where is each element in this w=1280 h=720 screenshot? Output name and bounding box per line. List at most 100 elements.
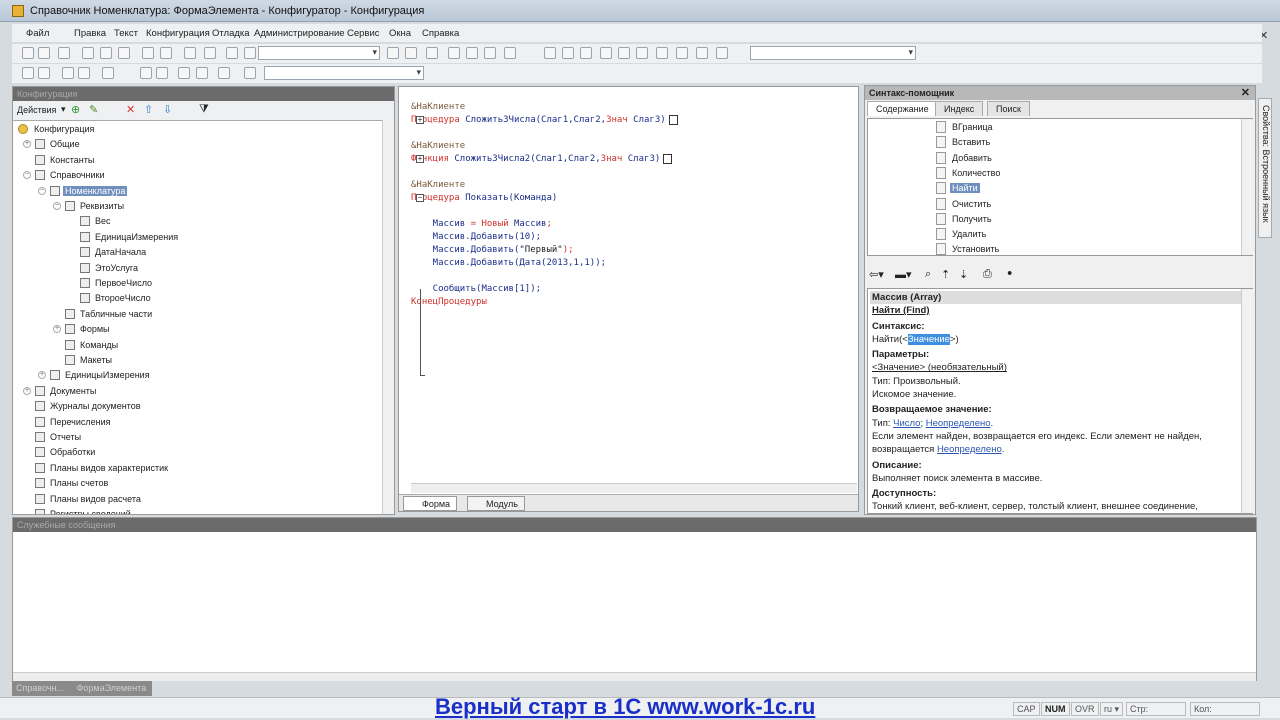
- toolbar-icon-8[interactable]: [184, 47, 196, 59]
- tree-item[interactable]: − Номенклатура: [13, 184, 373, 199]
- code-text[interactable]: &НаКлиенте Процедура Сложить3Числа(Слаг1,…: [411, 101, 678, 309]
- tree-item[interactable]: ЕдиницаИзмерения: [13, 230, 373, 245]
- toolbar-icon-17[interactable]: [484, 47, 496, 59]
- find-icon[interactable]: ⌕: [925, 268, 931, 281]
- menu-windows[interactable]: Окна: [389, 28, 411, 39]
- tab-contents[interactable]: Содержание: [867, 101, 938, 116]
- tree-item[interactable]: ВтороеЧисло: [13, 291, 373, 306]
- toolbar-icon-10[interactable]: [226, 47, 238, 59]
- language-selector[interactable]: ru ▾: [1100, 702, 1124, 716]
- tab-module[interactable]: Модуль: [467, 496, 525, 511]
- view-icon[interactable]: ▬▾: [895, 268, 912, 281]
- tree-item[interactable]: + ЕдиницыИзмерения: [13, 368, 373, 383]
- tree-item[interactable]: Перечисления: [13, 415, 373, 430]
- toolbar2-icon-6[interactable]: [156, 67, 168, 79]
- window-tab-catalog[interactable]: Справочн...: [16, 683, 64, 693]
- edit-icon[interactable]: ✎: [89, 103, 98, 116]
- menu-edit[interactable]: Правка: [74, 28, 106, 39]
- properties-side-tab[interactable]: Свойства: Встроенный язык: [1258, 98, 1272, 238]
- tab-form[interactable]: Форма: [403, 496, 458, 511]
- toolbar2-icon-9[interactable]: [218, 67, 230, 79]
- expand-icon[interactable]: +: [416, 155, 424, 163]
- toolbar2-icon-10[interactable]: [244, 67, 256, 79]
- toolbar-icon-19[interactable]: [544, 47, 556, 59]
- tree-item[interactable]: Константы: [13, 153, 373, 168]
- tab-search[interactable]: Поиск: [987, 101, 1030, 116]
- tree-item[interactable]: Обработки: [13, 445, 373, 460]
- expand-icon[interactable]: +: [38, 371, 46, 380]
- method-combo[interactable]: [750, 46, 916, 60]
- editor-hscroll[interactable]: [411, 483, 857, 493]
- menu-administration[interactable]: Администрирование: [254, 28, 345, 39]
- collapse-icon[interactable]: −: [53, 202, 61, 210]
- prev-topic-icon[interactable]: ⇡: [941, 268, 950, 281]
- tree-item[interactable]: Регистры сведений: [13, 507, 373, 514]
- print-icon[interactable]: ⎙: [983, 268, 992, 281]
- collapse-icon[interactable]: −: [416, 194, 424, 202]
- tree-item[interactable]: − Справочники: [13, 168, 373, 183]
- toolbar2-icon-2[interactable]: [62, 67, 74, 79]
- toolbar2-icon-5[interactable]: [140, 67, 152, 79]
- toolbar-icon-14[interactable]: [426, 47, 438, 59]
- toolbar-icon-15[interactable]: [448, 47, 460, 59]
- toolbar-icon-1[interactable]: [38, 47, 50, 59]
- tree-item[interactable]: Журналы документов: [13, 399, 373, 414]
- code-editor[interactable]: &НаКлиенте Процедура Сложить3Числа(Слаг1,…: [398, 86, 859, 512]
- link-undefined[interactable]: Неопределено: [926, 418, 991, 429]
- toolbar-icon-5[interactable]: [118, 47, 130, 59]
- toolbar-icon-28[interactable]: [716, 47, 728, 59]
- toolbar-icon-22[interactable]: [600, 47, 612, 59]
- link-number[interactable]: Число: [893, 418, 920, 429]
- collapse-icon[interactable]: −: [23, 171, 31, 180]
- expand-icon[interactable]: +: [53, 325, 61, 334]
- tree-item[interactable]: Конфигурация: [13, 122, 373, 137]
- filter-icon[interactable]: ⧩: [199, 103, 209, 116]
- link-undefined-2[interactable]: Неопределено: [937, 444, 1002, 455]
- param-name[interactable]: <Значение> (необязательный): [872, 361, 1248, 374]
- toolbar-icon-21[interactable]: [580, 47, 592, 59]
- toolbar-icon-6[interactable]: [142, 47, 154, 59]
- settings-icon[interactable]: ꔷ: [1007, 268, 1012, 281]
- tree-item[interactable]: Вес: [13, 214, 373, 229]
- collapse-icon[interactable]: −: [38, 186, 46, 195]
- add-icon[interactable]: ⊕: [71, 103, 80, 116]
- toolbar-icon-13[interactable]: [405, 47, 417, 59]
- toolbar-icon-20[interactable]: [562, 47, 574, 59]
- toolbar2-icon-4[interactable]: [102, 67, 114, 79]
- menu-help[interactable]: Справка: [422, 28, 459, 39]
- search-combo[interactable]: [258, 46, 380, 60]
- toolbar2-icon-0[interactable]: [22, 67, 34, 79]
- menu-text[interactable]: Текст: [114, 28, 138, 39]
- list-scrollbar[interactable]: [1241, 119, 1253, 255]
- delete-icon[interactable]: ✕: [126, 103, 135, 116]
- tree-item[interactable]: Табличные части: [13, 307, 373, 322]
- toolbar-icon-9[interactable]: [204, 47, 216, 59]
- move-up-icon[interactable]: ⇧: [144, 103, 153, 116]
- messages-hscroll[interactable]: [13, 672, 1256, 681]
- menu-configuration[interactable]: Конфигурация: [146, 28, 210, 39]
- toolbar-icon-18[interactable]: [504, 47, 516, 59]
- actions-menu[interactable]: Действия: [17, 105, 56, 115]
- toolbar-icon-7[interactable]: [160, 47, 172, 59]
- toolbar-icon-27[interactable]: [696, 47, 708, 59]
- window-tab-form[interactable]: ФормаЭлемента: [77, 683, 147, 693]
- tree-item[interactable]: Планы видов расчета: [13, 492, 373, 507]
- close-icon[interactable]: ✕: [1241, 86, 1250, 99]
- toolbar2-icon-8[interactable]: [196, 67, 208, 79]
- menu-file[interactable]: Файл: [26, 28, 49, 39]
- move-down-icon[interactable]: ⇩: [163, 103, 172, 116]
- tree-item[interactable]: ЭтоУслуга: [13, 261, 373, 276]
- expand-icon[interactable]: +: [23, 386, 31, 395]
- chevron-down-icon[interactable]: ▾: [61, 104, 66, 115]
- menu-debug[interactable]: Отладка: [212, 28, 250, 39]
- collapsed-block-icon[interactable]: [668, 114, 678, 125]
- collapsed-block-icon[interactable]: [663, 153, 673, 164]
- procedure-combo[interactable]: [264, 66, 424, 80]
- menu-service[interactable]: Сервис: [347, 28, 380, 39]
- toolbar2-icon-3[interactable]: [78, 67, 90, 79]
- toolbar-icon-11[interactable]: [244, 47, 256, 59]
- toolbar-icon-25[interactable]: [656, 47, 668, 59]
- toolbar-icon-3[interactable]: [82, 47, 94, 59]
- tree-item[interactable]: ПервоеЧисло: [13, 276, 373, 291]
- toolbar-icon-24[interactable]: [636, 47, 648, 59]
